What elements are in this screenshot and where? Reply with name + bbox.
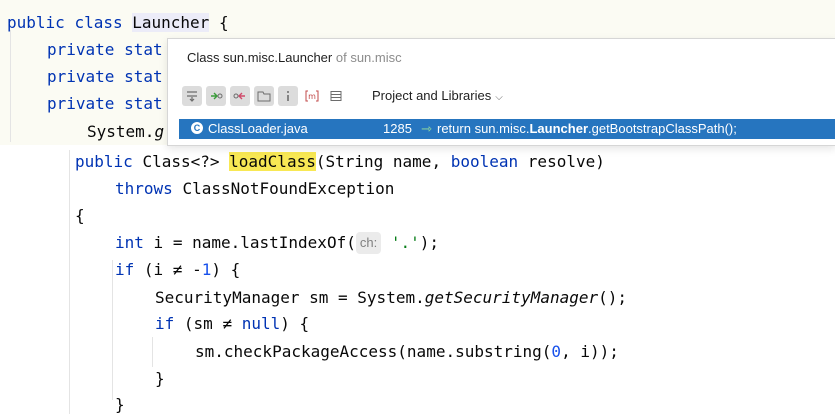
usage-result-row[interactable]: C ClassLoader.java 1285 ⇾ return sun.mis… (179, 119, 835, 139)
popup-title-main: Class sun.misc.Launcher (187, 50, 333, 65)
popup-toolbar: m (182, 85, 350, 107)
code-text: sm.checkPackageAccess(name.substring( (195, 342, 552, 361)
code-line: private stat (47, 36, 163, 63)
code-text: ) { (211, 260, 241, 279)
method-name: getSecurityManager (424, 288, 599, 307)
keyword: null (241, 314, 281, 333)
popup-title-package: of sun.misc (335, 50, 402, 65)
keyword: throws (115, 179, 173, 198)
brace: } (155, 369, 165, 388)
code-text: ); (419, 233, 439, 252)
code-line: int i = name.lastIndexOf(ch: '.'); (115, 229, 439, 256)
keyword: public (75, 152, 133, 171)
code-text: System. (87, 122, 155, 141)
number-literal: 1 (201, 260, 212, 279)
code-text: private stat (47, 40, 163, 59)
code-line: { (75, 202, 85, 229)
class-icon: C (191, 122, 203, 134)
code-text: , i)); (561, 342, 619, 361)
popup-title: Class sun.misc.Launcher of sun.misc (187, 50, 402, 65)
code-line: public Class<?> loadClass(String name, b… (75, 148, 605, 175)
code-text: i = name.lastIndexOf( (153, 233, 356, 252)
result-code: return sun.misc.Launcher.getBootstrapCla… (437, 119, 737, 139)
code-line: sm.checkPackageAccess(name.substring(0, … (195, 338, 619, 365)
code-line: private stat (47, 90, 163, 117)
indent-guide (152, 337, 153, 367)
write-access-icon[interactable] (230, 86, 250, 106)
code-text: resolve) (527, 152, 605, 171)
find-usages-popup[interactable]: Class sun.misc.Launcher of sun.misc m Pr… (167, 38, 835, 146)
code-line: if (i ≠ -1) { (115, 256, 240, 283)
keyword: boolean (450, 152, 519, 171)
method-name: loadClass (229, 152, 316, 171)
folder-icon[interactable] (254, 86, 274, 106)
code-line: throws ClassNotFoundException (115, 175, 394, 202)
class-name: Launcher (132, 13, 210, 32)
svg-text:m: m (308, 92, 316, 101)
code-text: (sm ≠ (183, 314, 233, 333)
merge-icon[interactable] (182, 86, 202, 106)
return-arrow-icon: ⇾ (421, 121, 432, 136)
scope-dropdown[interactable]: Project and Libraries ⌵ (372, 88, 503, 103)
result-code-post: .getBootstrapClassPath(); (588, 121, 737, 136)
read-access-icon[interactable] (206, 86, 226, 106)
keyword: public (7, 13, 65, 32)
code-text: Class<?> (142, 152, 220, 171)
result-line-number: 1285 (383, 121, 412, 136)
code-text: (); (598, 288, 628, 307)
code-line: private stat (47, 63, 163, 90)
code-line: if (sm ≠ null) { (155, 310, 309, 337)
code-line: SecurityManager sm = System.getSecurityM… (155, 284, 627, 311)
code-text: private stat (47, 67, 163, 86)
code-text: (String name, (315, 152, 442, 171)
number-literal: 0 (551, 342, 562, 361)
code-line: } (155, 365, 165, 392)
brace: { (75, 206, 85, 225)
module-icon[interactable] (326, 86, 346, 106)
keyword: class (74, 13, 123, 32)
scope-label: Project and Libraries (372, 88, 492, 103)
result-code-match: Launcher (529, 121, 588, 136)
brace: } (115, 395, 125, 414)
code-text: ) { (280, 314, 310, 333)
parameter-hint: ch: (355, 232, 382, 254)
brace: { (218, 13, 229, 32)
indent-guide (10, 30, 11, 142)
info-icon[interactable] (278, 86, 298, 106)
chevron-down-icon: ⌵ (495, 92, 503, 103)
string-literal: '.' (390, 233, 420, 252)
keyword: int (115, 233, 144, 252)
result-file-name: ClassLoader.java (208, 121, 308, 136)
code-text: ClassNotFoundException (182, 179, 395, 198)
code-line: public class Launcher { (7, 9, 229, 36)
code-text: SecurityManager sm = System. (155, 288, 425, 307)
result-code-pre: return sun.misc. (437, 121, 530, 136)
code-text: g (154, 122, 165, 141)
keyword: if (115, 260, 135, 279)
member-icon[interactable]: m (302, 86, 322, 106)
indent-guide (112, 260, 113, 400)
code-text: private stat (47, 94, 163, 113)
code-line: System.g (87, 118, 164, 145)
indent-guide (69, 150, 70, 414)
keyword: if (155, 314, 175, 333)
code-text: (i ≠ - (143, 260, 202, 279)
